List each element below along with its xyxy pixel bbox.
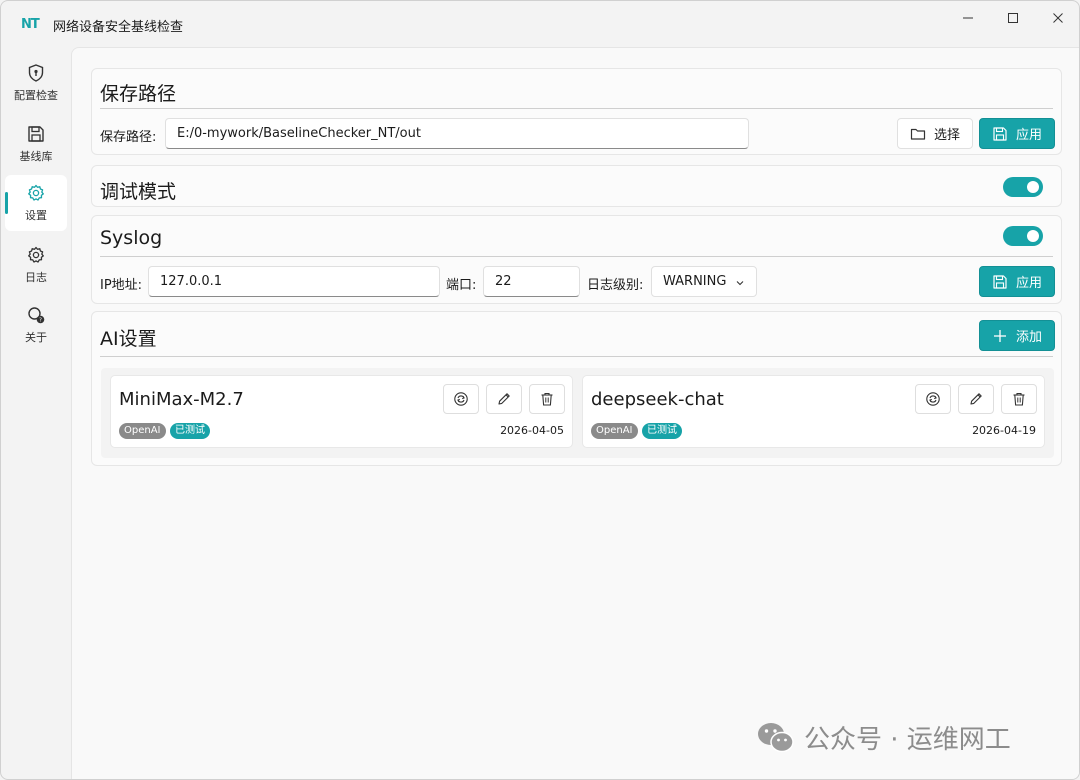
divider xyxy=(100,108,1053,109)
ai-settings-card: AI设置 添加 MiniMax-M2.7 OpenAI 已测试 2026-04-… xyxy=(91,311,1062,466)
pencil-icon xyxy=(498,393,510,405)
debug-mode-title: 调试模式 xyxy=(100,181,177,203)
ip-label: IP地址: xyxy=(100,278,143,293)
model-card[interactable]: deepseek-chat OpenAI 已测试 2026-04-19 xyxy=(582,375,1045,448)
gear-icon xyxy=(28,246,44,263)
watermark: 公众号 · 运维网工 xyxy=(756,719,1011,756)
plus-icon xyxy=(993,329,1006,342)
sidebar-item-baseline-library[interactable]: 基线库 xyxy=(5,116,67,172)
status-badge: 已测试 xyxy=(170,423,210,439)
minimize-icon xyxy=(963,17,973,19)
delete-model-button[interactable] xyxy=(529,384,565,414)
sidebar-item-label: 日志 xyxy=(25,271,47,284)
title-bar: NT 网络设备安全基线检查 xyxy=(1,1,1079,47)
test-model-button[interactable] xyxy=(915,384,951,414)
close-icon xyxy=(1053,13,1063,23)
model-name: deepseek-chat xyxy=(591,389,724,410)
refresh-icon xyxy=(926,392,940,406)
provider-badge: OpenAI xyxy=(591,423,638,439)
apply-label: 应用 xyxy=(1015,276,1042,291)
app-logo: NT xyxy=(21,17,40,32)
trash-icon xyxy=(1013,392,1025,406)
save-icon xyxy=(993,126,1007,141)
edit-model-button[interactable] xyxy=(486,384,522,414)
folder-icon xyxy=(910,128,926,140)
gear-icon xyxy=(28,184,44,201)
syslog-title: Syslog xyxy=(100,227,163,249)
sidebar-item-settings[interactable]: 设置 xyxy=(5,175,67,231)
app-window: NT 网络设备安全基线检查 配置检查 基线库 设置 日志 ? 关于 保存路径 保… xyxy=(0,0,1080,780)
save-path-title: 保存路径 xyxy=(100,83,177,105)
provider-badge: OpenAI xyxy=(119,423,166,439)
ai-settings-title: AI设置 xyxy=(100,328,157,350)
syslog-card: Syslog IP地址: 127.0.0.1 端口: 22 日志级别: WARN… xyxy=(91,215,1062,304)
syslog-apply-button[interactable]: 应用 xyxy=(979,266,1055,297)
save-path-input[interactable]: E:/0-mywork/BaselineChecker_NT/out xyxy=(165,118,749,149)
delete-model-button[interactable] xyxy=(1001,384,1037,414)
divider xyxy=(100,256,1053,257)
syslog-toggle[interactable] xyxy=(1003,226,1043,246)
status-badge: 已测试 xyxy=(642,423,682,439)
refresh-icon xyxy=(454,392,468,406)
debug-mode-toggle[interactable] xyxy=(1003,177,1043,197)
sidebar-item-label: 关于 xyxy=(25,331,47,344)
minimize-button[interactable] xyxy=(946,7,990,29)
model-name: MiniMax-M2.7 xyxy=(119,389,244,410)
test-model-button[interactable] xyxy=(443,384,479,414)
window-title: 网络设备安全基线检查 xyxy=(53,20,184,35)
active-indicator xyxy=(5,192,8,214)
settings-page: 保存路径 保存路径: E:/0-mywork/BaselineChecker_N… xyxy=(71,47,1079,779)
ip-address-input[interactable]: 127.0.0.1 xyxy=(148,266,440,297)
save-path-card: 保存路径 保存路径: E:/0-mywork/BaselineChecker_N… xyxy=(91,68,1062,155)
log-level-select[interactable]: WARNING xyxy=(651,266,757,297)
select-folder-button[interactable]: 选择 xyxy=(897,118,973,149)
sidebar-item-label: 设置 xyxy=(25,209,47,222)
sidebar-item-label: 基线库 xyxy=(19,150,53,163)
sidebar-item-config-check[interactable]: 配置检查 xyxy=(5,55,67,111)
pencil-icon xyxy=(970,393,982,405)
sidebar-item-label: 配置检查 xyxy=(14,89,58,102)
trash-icon xyxy=(541,392,553,406)
model-card[interactable]: MiniMax-M2.7 OpenAI 已测试 2026-04-05 xyxy=(110,375,573,448)
sidebar-item-about[interactable]: ? 关于 xyxy=(5,297,67,353)
save-icon xyxy=(993,274,1007,289)
add-model-button[interactable]: 添加 xyxy=(979,320,1055,351)
sidebar-item-logs[interactable]: 日志 xyxy=(5,237,67,293)
wechat-icon xyxy=(758,722,794,752)
save-path-label: 保存路径: xyxy=(100,130,157,145)
log-level-value: WARNING xyxy=(663,274,727,289)
help-icon: ? xyxy=(28,307,45,324)
toggle-knob xyxy=(1027,230,1039,242)
maximize-button[interactable] xyxy=(991,7,1035,29)
model-date: 2026-04-05 xyxy=(500,424,564,437)
model-list: MiniMax-M2.7 OpenAI 已测试 2026-04-05 deeps… xyxy=(101,368,1054,458)
add-label: 添加 xyxy=(1015,330,1042,345)
watermark-text: 公众号 · 运维网工 xyxy=(804,725,1011,755)
maximize-icon xyxy=(1008,13,1018,23)
log-level-label: 日志级别: xyxy=(587,278,644,293)
save-icon xyxy=(28,126,44,142)
toggle-knob xyxy=(1027,181,1039,193)
shield-icon xyxy=(28,64,44,82)
chevron-down-icon xyxy=(736,281,744,286)
model-date: 2026-04-19 xyxy=(972,424,1036,437)
port-label: 端口: xyxy=(446,278,477,293)
debug-mode-card: 调试模式 xyxy=(91,165,1062,207)
svg-text:?: ? xyxy=(39,318,42,324)
divider xyxy=(100,356,1053,357)
port-input[interactable]: 22 xyxy=(483,266,580,297)
close-button[interactable] xyxy=(1036,7,1079,29)
apply-label: 应用 xyxy=(1015,128,1042,143)
save-path-apply-button[interactable]: 应用 xyxy=(979,118,1055,149)
select-folder-label: 选择 xyxy=(933,128,960,143)
edit-model-button[interactable] xyxy=(958,384,994,414)
